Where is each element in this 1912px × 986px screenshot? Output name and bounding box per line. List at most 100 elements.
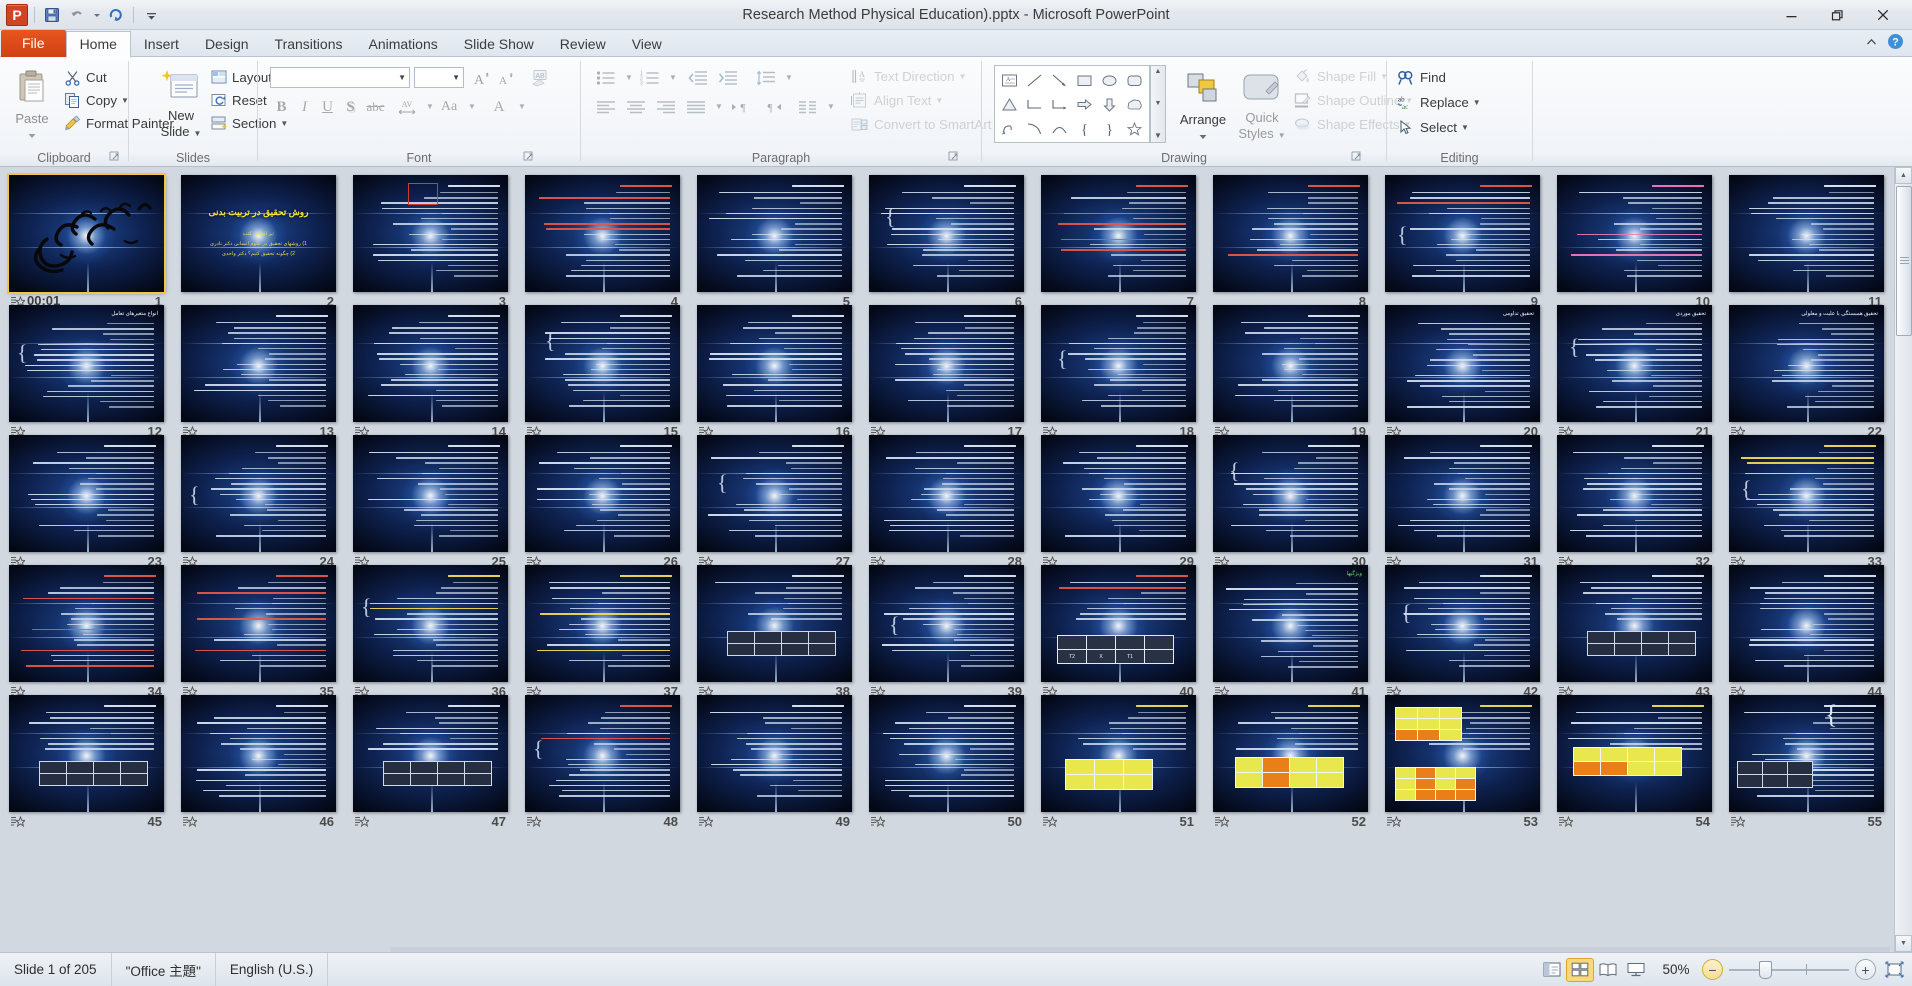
normal-view-button[interactable] xyxy=(1539,959,1565,981)
replace-button[interactable]: ab ac Replace ▼ xyxy=(1397,92,1481,113)
font-color-button[interactable]: A xyxy=(486,96,512,118)
paste-button[interactable]: Paste xyxy=(3,65,61,139)
freeform-shape-icon[interactable] xyxy=(997,116,1022,140)
transition-star-icon[interactable] xyxy=(182,815,199,828)
slide-thumbnail-23[interactable] xyxy=(9,435,164,552)
slide-thumbnail-30[interactable]: { xyxy=(1213,435,1368,552)
slide-thumbnail-46[interactable] xyxy=(181,695,336,812)
slide-thumbnail-11[interactable] xyxy=(1729,175,1884,292)
text-direction-button[interactable]: A Text Direction ▼ xyxy=(851,66,966,86)
slide-thumbnail-26[interactable] xyxy=(525,435,680,552)
tab-animations[interactable]: Animations xyxy=(355,31,450,57)
change-case-dropdown-icon[interactable]: ▼ xyxy=(468,102,476,111)
rectangle-shape-icon[interactable] xyxy=(1072,68,1097,92)
transition-star-icon[interactable] xyxy=(1730,815,1747,828)
slide-sorter-pane[interactable]: 00:01 1 روش تحقیق در تربیت بدنی:بر اساس کت… xyxy=(0,167,1912,952)
ribbon-tab-strip[interactable]: File Home Insert Design Transitions Anim… xyxy=(0,30,1912,58)
elbow-arrow-connector-icon[interactable] xyxy=(1047,92,1072,116)
slide-thumbnail-28[interactable] xyxy=(869,435,1024,552)
align-right-icon[interactable] xyxy=(653,96,679,118)
slide-thumbnail-44[interactable] xyxy=(1729,565,1884,682)
slide-thumbnail-39[interactable]: { xyxy=(869,565,1024,682)
underline-button[interactable]: U xyxy=(316,96,339,118)
arrow-shape-icon[interactable] xyxy=(1047,68,1072,92)
restore-button[interactable] xyxy=(1814,4,1860,26)
font-name-input[interactable]: ▼ xyxy=(270,67,410,88)
font-size-input[interactable]: ▼ xyxy=(414,67,464,88)
character-spacing-button[interactable]: AV xyxy=(392,96,422,118)
slide-thumbnail-9[interactable]: { xyxy=(1385,175,1540,292)
theme-name[interactable]: "Office 主題" xyxy=(112,952,216,986)
right-arrow-shape-icon[interactable] xyxy=(1072,92,1097,116)
slide-thumbnail-4[interactable] xyxy=(525,175,680,292)
slide-thumbnail-18[interactable]: { xyxy=(1041,305,1196,422)
slide-thumbnail-55[interactable]: { xyxy=(1729,695,1884,812)
transition-star-icon[interactable] xyxy=(1558,815,1575,828)
slide-thumbnail-50[interactable] xyxy=(869,695,1024,812)
slide-thumbnail-3[interactable] xyxy=(353,175,508,292)
slide-thumbnail-6[interactable]: { xyxy=(869,175,1024,292)
right-to-left-icon[interactable]: ¶ xyxy=(759,96,785,118)
tab-design[interactable]: Design xyxy=(192,31,262,57)
slide-thumbnail-21[interactable]: تحقیق موردی { xyxy=(1557,305,1712,422)
slide-thumbnail-33[interactable]: { xyxy=(1729,435,1884,552)
slide-thumbnail-34[interactable] xyxy=(9,565,164,682)
clear-formatting-icon[interactable]: AB xyxy=(528,67,556,89)
line-shape-icon[interactable] xyxy=(1022,68,1047,92)
transition-star-icon[interactable] xyxy=(10,815,27,828)
shapes-gallery[interactable]: A { } xyxy=(994,65,1150,143)
shapes-gallery-more-icon[interactable]: ▼ xyxy=(1154,131,1162,140)
strikethrough-button[interactable]: abc xyxy=(362,96,389,118)
align-center-icon[interactable] xyxy=(623,96,649,118)
slide-thumbnail-14[interactable] xyxy=(353,305,508,422)
decrease-indent-icon[interactable] xyxy=(685,67,711,89)
zoom-out-button[interactable]: − xyxy=(1702,959,1723,980)
slide-thumbnail-19[interactable] xyxy=(1213,305,1368,422)
transition-star-icon[interactable] xyxy=(1214,815,1231,828)
zoom-in-button[interactable]: + xyxy=(1855,959,1876,980)
curve-shape-icon[interactable] xyxy=(1022,116,1047,140)
slide-thumbnail-5[interactable] xyxy=(697,175,852,292)
language-indicator[interactable]: English (U.S.) xyxy=(216,952,329,986)
left-brace-shape-icon[interactable]: { xyxy=(1072,116,1097,140)
tab-home[interactable]: Home xyxy=(65,31,131,58)
text-direction-dropdown-icon[interactable]: ▼ xyxy=(959,72,967,81)
bullets-dropdown-icon[interactable]: ▼ xyxy=(625,73,633,82)
slide-thumbnail-16[interactable] xyxy=(697,305,852,422)
tab-insert[interactable]: Insert xyxy=(131,31,192,57)
collapse-ribbon-icon[interactable] xyxy=(1864,34,1879,54)
slide-thumbnail-48[interactable]: { xyxy=(525,695,680,812)
transition-star-icon[interactable] xyxy=(1386,815,1403,828)
slide-thumbnail-53[interactable] xyxy=(1385,695,1540,812)
align-text-dropdown-icon[interactable]: ▼ xyxy=(935,96,943,105)
line-spacing-icon[interactable] xyxy=(753,67,779,89)
right-brace-shape-icon[interactable]: } xyxy=(1097,116,1122,140)
slide-thumbnail-2[interactable]: روش تحقیق در تربیت بدنی:بر اساس کتب 1) رو… xyxy=(181,175,336,292)
slide-thumbnail-29[interactable] xyxy=(1041,435,1196,552)
tab-review[interactable]: Review xyxy=(547,31,619,57)
drawing-dialog-launcher[interactable] xyxy=(1351,150,1364,163)
tab-view[interactable]: View xyxy=(619,31,675,57)
replace-dropdown-icon[interactable]: ▼ xyxy=(1473,98,1481,107)
bold-button[interactable]: B xyxy=(270,96,293,118)
star-shape-icon[interactable] xyxy=(1122,116,1147,140)
arrange-button[interactable]: Arrange xyxy=(1174,65,1232,141)
line-spacing-dropdown-icon[interactable]: ▼ xyxy=(785,73,793,82)
slide-thumbnail-45[interactable] xyxy=(9,695,164,812)
slide-thumbnail-41[interactable]: ویژگیها xyxy=(1213,565,1368,682)
slide-thumbnail-49[interactable] xyxy=(697,695,852,812)
grow-font-icon[interactable]: A xyxy=(470,67,493,89)
slide-thumbnail-32[interactable] xyxy=(1557,435,1712,552)
slide-thumbnail-40[interactable]: T2 X T1 xyxy=(1041,565,1196,682)
cut-button[interactable]: Cut xyxy=(64,67,107,87)
font-color-dropdown-icon[interactable]: ▼ xyxy=(518,102,526,111)
tab-transitions[interactable]: Transitions xyxy=(262,31,356,57)
select-button[interactable]: Select ▼ xyxy=(1397,117,1469,138)
oval-shape-icon[interactable] xyxy=(1097,68,1122,92)
slide-thumbnail-31[interactable] xyxy=(1385,435,1540,552)
shapes-gallery-scrollbar[interactable]: ▲ ▼ ▼ xyxy=(1150,65,1166,143)
shape-fill-button[interactable]: Shape Fill ▼ xyxy=(1294,66,1388,86)
shapes-scroll-up-icon[interactable]: ▲ xyxy=(1155,68,1162,75)
slide-thumbnail-24[interactable]: { xyxy=(181,435,336,552)
find-button[interactable]: Find xyxy=(1397,67,1446,88)
